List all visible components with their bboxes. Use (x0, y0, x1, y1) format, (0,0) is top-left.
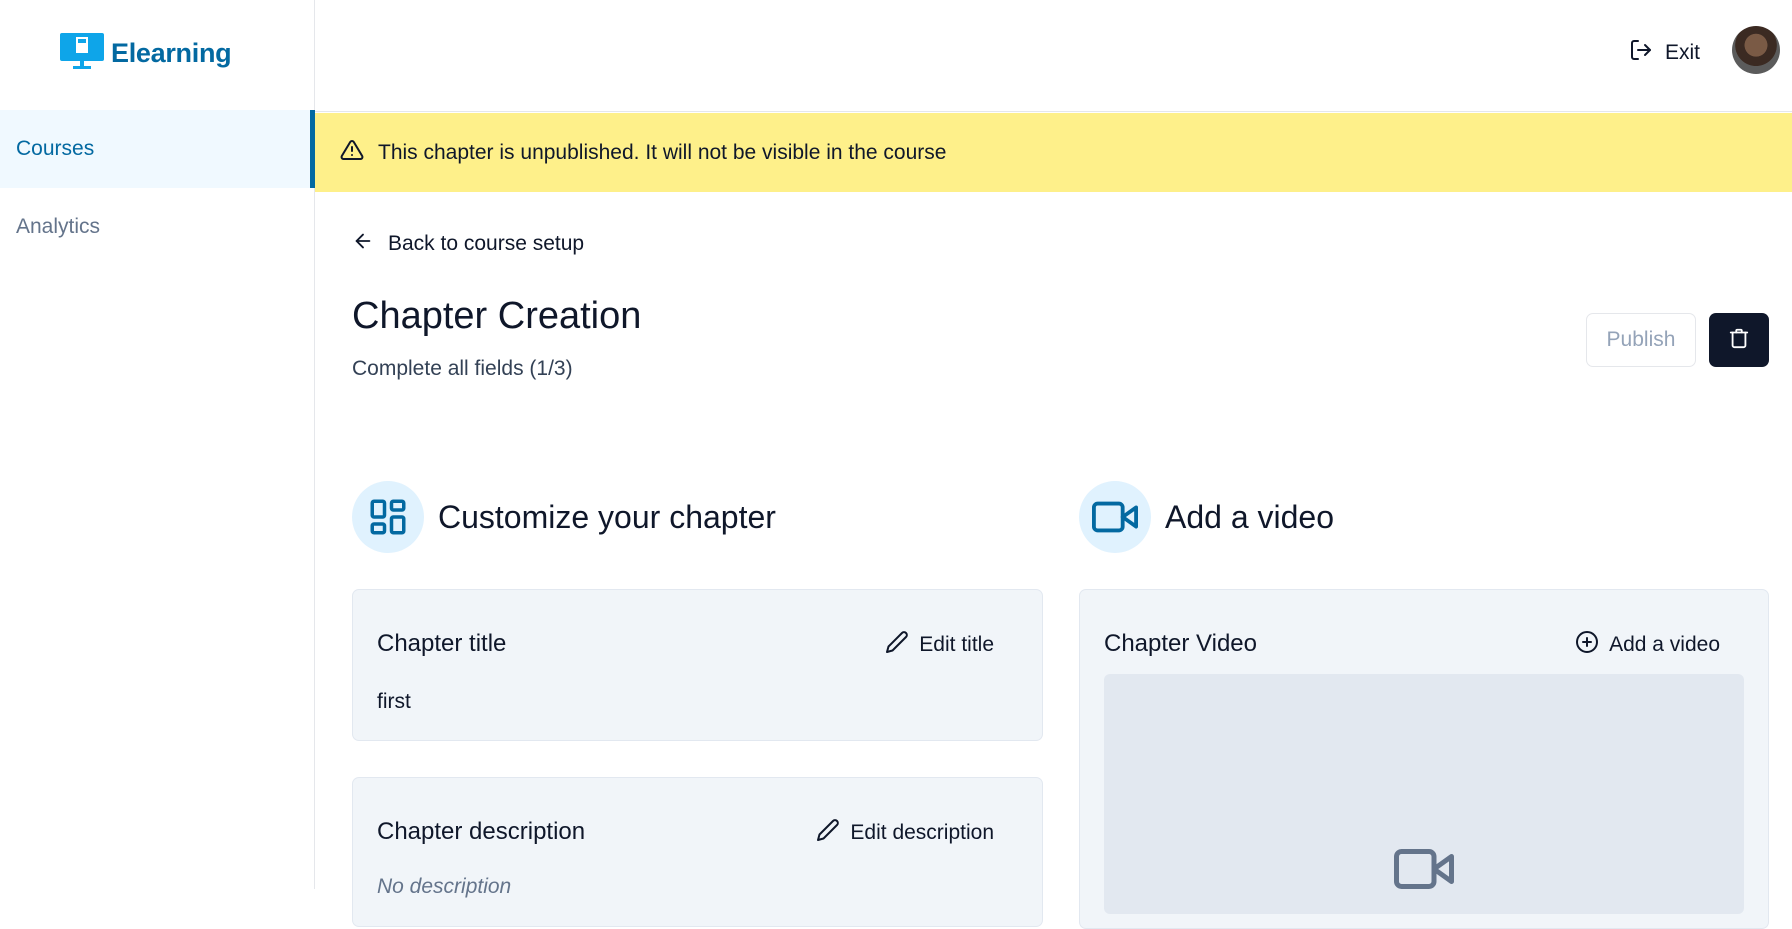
sidebar-item-analytics[interactable]: Analytics (0, 188, 315, 266)
app-logo[interactable]: Elearning (59, 31, 232, 76)
chapter-description-value: No description (377, 875, 512, 898)
plus-circle-icon (1575, 630, 1599, 660)
completion-text: Complete all fields (1/3) (352, 357, 573, 380)
layout-dashboard-icon (352, 481, 424, 553)
video-icon (1394, 839, 1454, 904)
back-to-course-link[interactable]: Back to course setup (352, 230, 584, 258)
sidebar-item-label: Courses (16, 137, 95, 160)
publish-button[interactable]: Publish (1586, 313, 1696, 367)
pencil-icon (816, 818, 840, 848)
video-icon (1079, 481, 1151, 553)
avatar[interactable] (1732, 26, 1780, 74)
edit-title-button[interactable]: Edit title (885, 630, 994, 660)
exit-label: Exit (1665, 41, 1701, 64)
chapter-title-card: Chapter title Edit title first (352, 589, 1043, 741)
back-label: Back to course setup (388, 232, 585, 255)
chapter-video-label: Chapter Video (1104, 630, 1257, 657)
chapter-description-card: Chapter description Edit description No … (352, 777, 1043, 927)
customize-section-header: Customize your chapter (352, 481, 776, 553)
top-header (315, 0, 1792, 112)
video-placeholder (1104, 674, 1744, 914)
monitor-icon (59, 31, 105, 76)
banner-text: This chapter is unpublished. It will not… (378, 140, 947, 164)
chapter-title-label: Chapter title (377, 630, 507, 657)
pencil-icon (885, 630, 909, 660)
sidebar-item-label: Analytics (16, 215, 101, 238)
logout-icon (1629, 38, 1653, 68)
video-section-header: Add a video (1079, 481, 1334, 553)
video-heading: Add a video (1165, 498, 1335, 535)
customize-heading: Customize your chapter (438, 498, 776, 535)
chapter-title-value: first (377, 690, 411, 713)
delete-button[interactable] (1709, 313, 1769, 367)
app-name: Elearning (111, 38, 232, 68)
unpublished-banner: This chapter is unpublished. It will not… (315, 113, 1792, 192)
chapter-video-card: Chapter Video Add a video (1079, 589, 1769, 929)
edit-description-button[interactable]: Edit description (816, 818, 994, 848)
page-title: Chapter Creation (352, 295, 642, 337)
exit-button[interactable]: Exit (1629, 38, 1700, 68)
warning-icon (340, 138, 364, 168)
sidebar-item-courses[interactable]: Courses (0, 110, 315, 188)
edit-title-label: Edit title (919, 633, 994, 656)
add-video-label: Add a video (1609, 633, 1720, 656)
add-video-button[interactable]: Add a video (1575, 630, 1720, 660)
chapter-description-label: Chapter description (377, 818, 586, 845)
edit-description-label: Edit description (850, 821, 994, 844)
arrow-left-icon (352, 230, 374, 258)
sidebar: Elearning Courses Analytics (0, 0, 315, 889)
trash-icon (1728, 327, 1750, 354)
